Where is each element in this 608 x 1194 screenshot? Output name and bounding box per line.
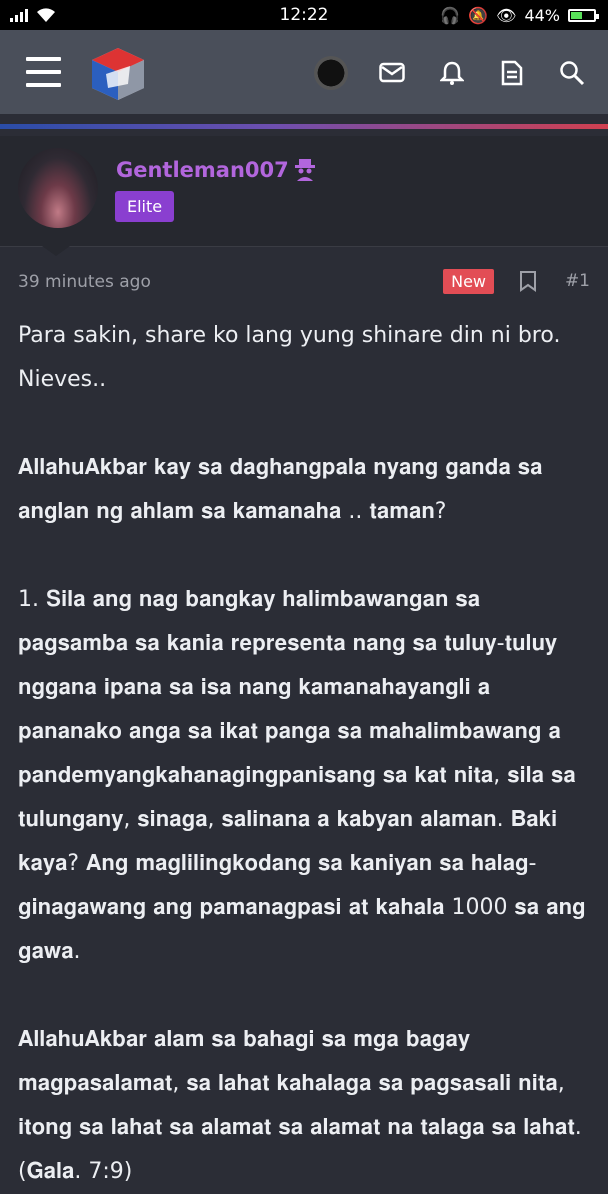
battery-icon: [568, 8, 599, 22]
wifi-icon: [37, 8, 55, 22]
post-author-header: Gentleman007 Elite: [0, 136, 608, 247]
user-avatar[interactable]: [314, 56, 348, 90]
post-paragraph: Para sakin, share ko lang yung shinare d…: [18, 323, 561, 392]
bookmark-icon[interactable]: [518, 270, 538, 292]
document-icon[interactable]: [496, 57, 528, 89]
bell-icon[interactable]: [436, 57, 468, 89]
app-bar: [0, 30, 608, 114]
author-avatar[interactable]: [18, 148, 98, 228]
battery-percent: 44%: [524, 5, 560, 25]
post-paragraph: 1. 𝐒𝐢𝐥𝐚 𝐚𝐧𝐠 𝐧𝐚𝐠 𝐛𝐚𝐧𝐠𝐤𝐚𝐲 𝐡𝐚𝐥𝐢𝐦𝐛𝐚𝐰𝐚𝐧𝐠𝐚𝐧 𝐬𝐚…: [18, 587, 586, 964]
menu-icon[interactable]: [26, 57, 62, 87]
post-body: Para sakin, share ko lang yung shinare d…: [18, 314, 592, 1194]
user-badge: Elite: [115, 191, 175, 222]
mail-icon[interactable]: [376, 57, 408, 89]
notifications-off-icon: 🔕: [468, 5, 489, 25]
headphone-icon: 🎧: [440, 5, 461, 25]
post-meta: 39 minutes ago New #1: [18, 266, 592, 298]
new-badge: New: [443, 269, 494, 294]
post-paragraph: 𝐀𝐥𝐥𝐚𝐡𝐮𝐀𝐤𝐛𝐚𝐫 𝐤𝐚𝐲 𝐬𝐚 𝐝𝐚𝐠𝐡𝐚𝐧𝐠𝐩𝐚𝐥𝐚 𝐧𝐲𝐚𝐧𝐠 𝐠𝐚𝐧…: [18, 455, 543, 524]
status-bar: 12:22 🎧 🔕 👁 44%: [0, 0, 608, 30]
post-time[interactable]: 39 minutes ago: [18, 272, 151, 292]
site-logo[interactable]: [88, 44, 148, 104]
search-icon[interactable]: [556, 57, 588, 89]
header-accent-bar: [0, 124, 608, 129]
eye-icon: 👁: [496, 5, 517, 25]
author-name[interactable]: Gentleman007: [116, 158, 315, 182]
signal-icon: [10, 8, 28, 22]
post-number[interactable]: #1: [565, 271, 590, 291]
header-pointer: [42, 246, 70, 256]
spy-icon: [294, 159, 315, 181]
post-paragraph: 𝐀𝐥𝐥𝐚𝐡𝐮𝐀𝐤𝐛𝐚𝐫 𝐚𝐥𝐚𝐦 𝐬𝐚 𝐛𝐚𝐡𝐚𝐠𝐢 𝐬𝐚 𝐦𝐠𝐚 𝐛𝐚𝐠𝐚𝐲 …: [18, 1027, 582, 1184]
